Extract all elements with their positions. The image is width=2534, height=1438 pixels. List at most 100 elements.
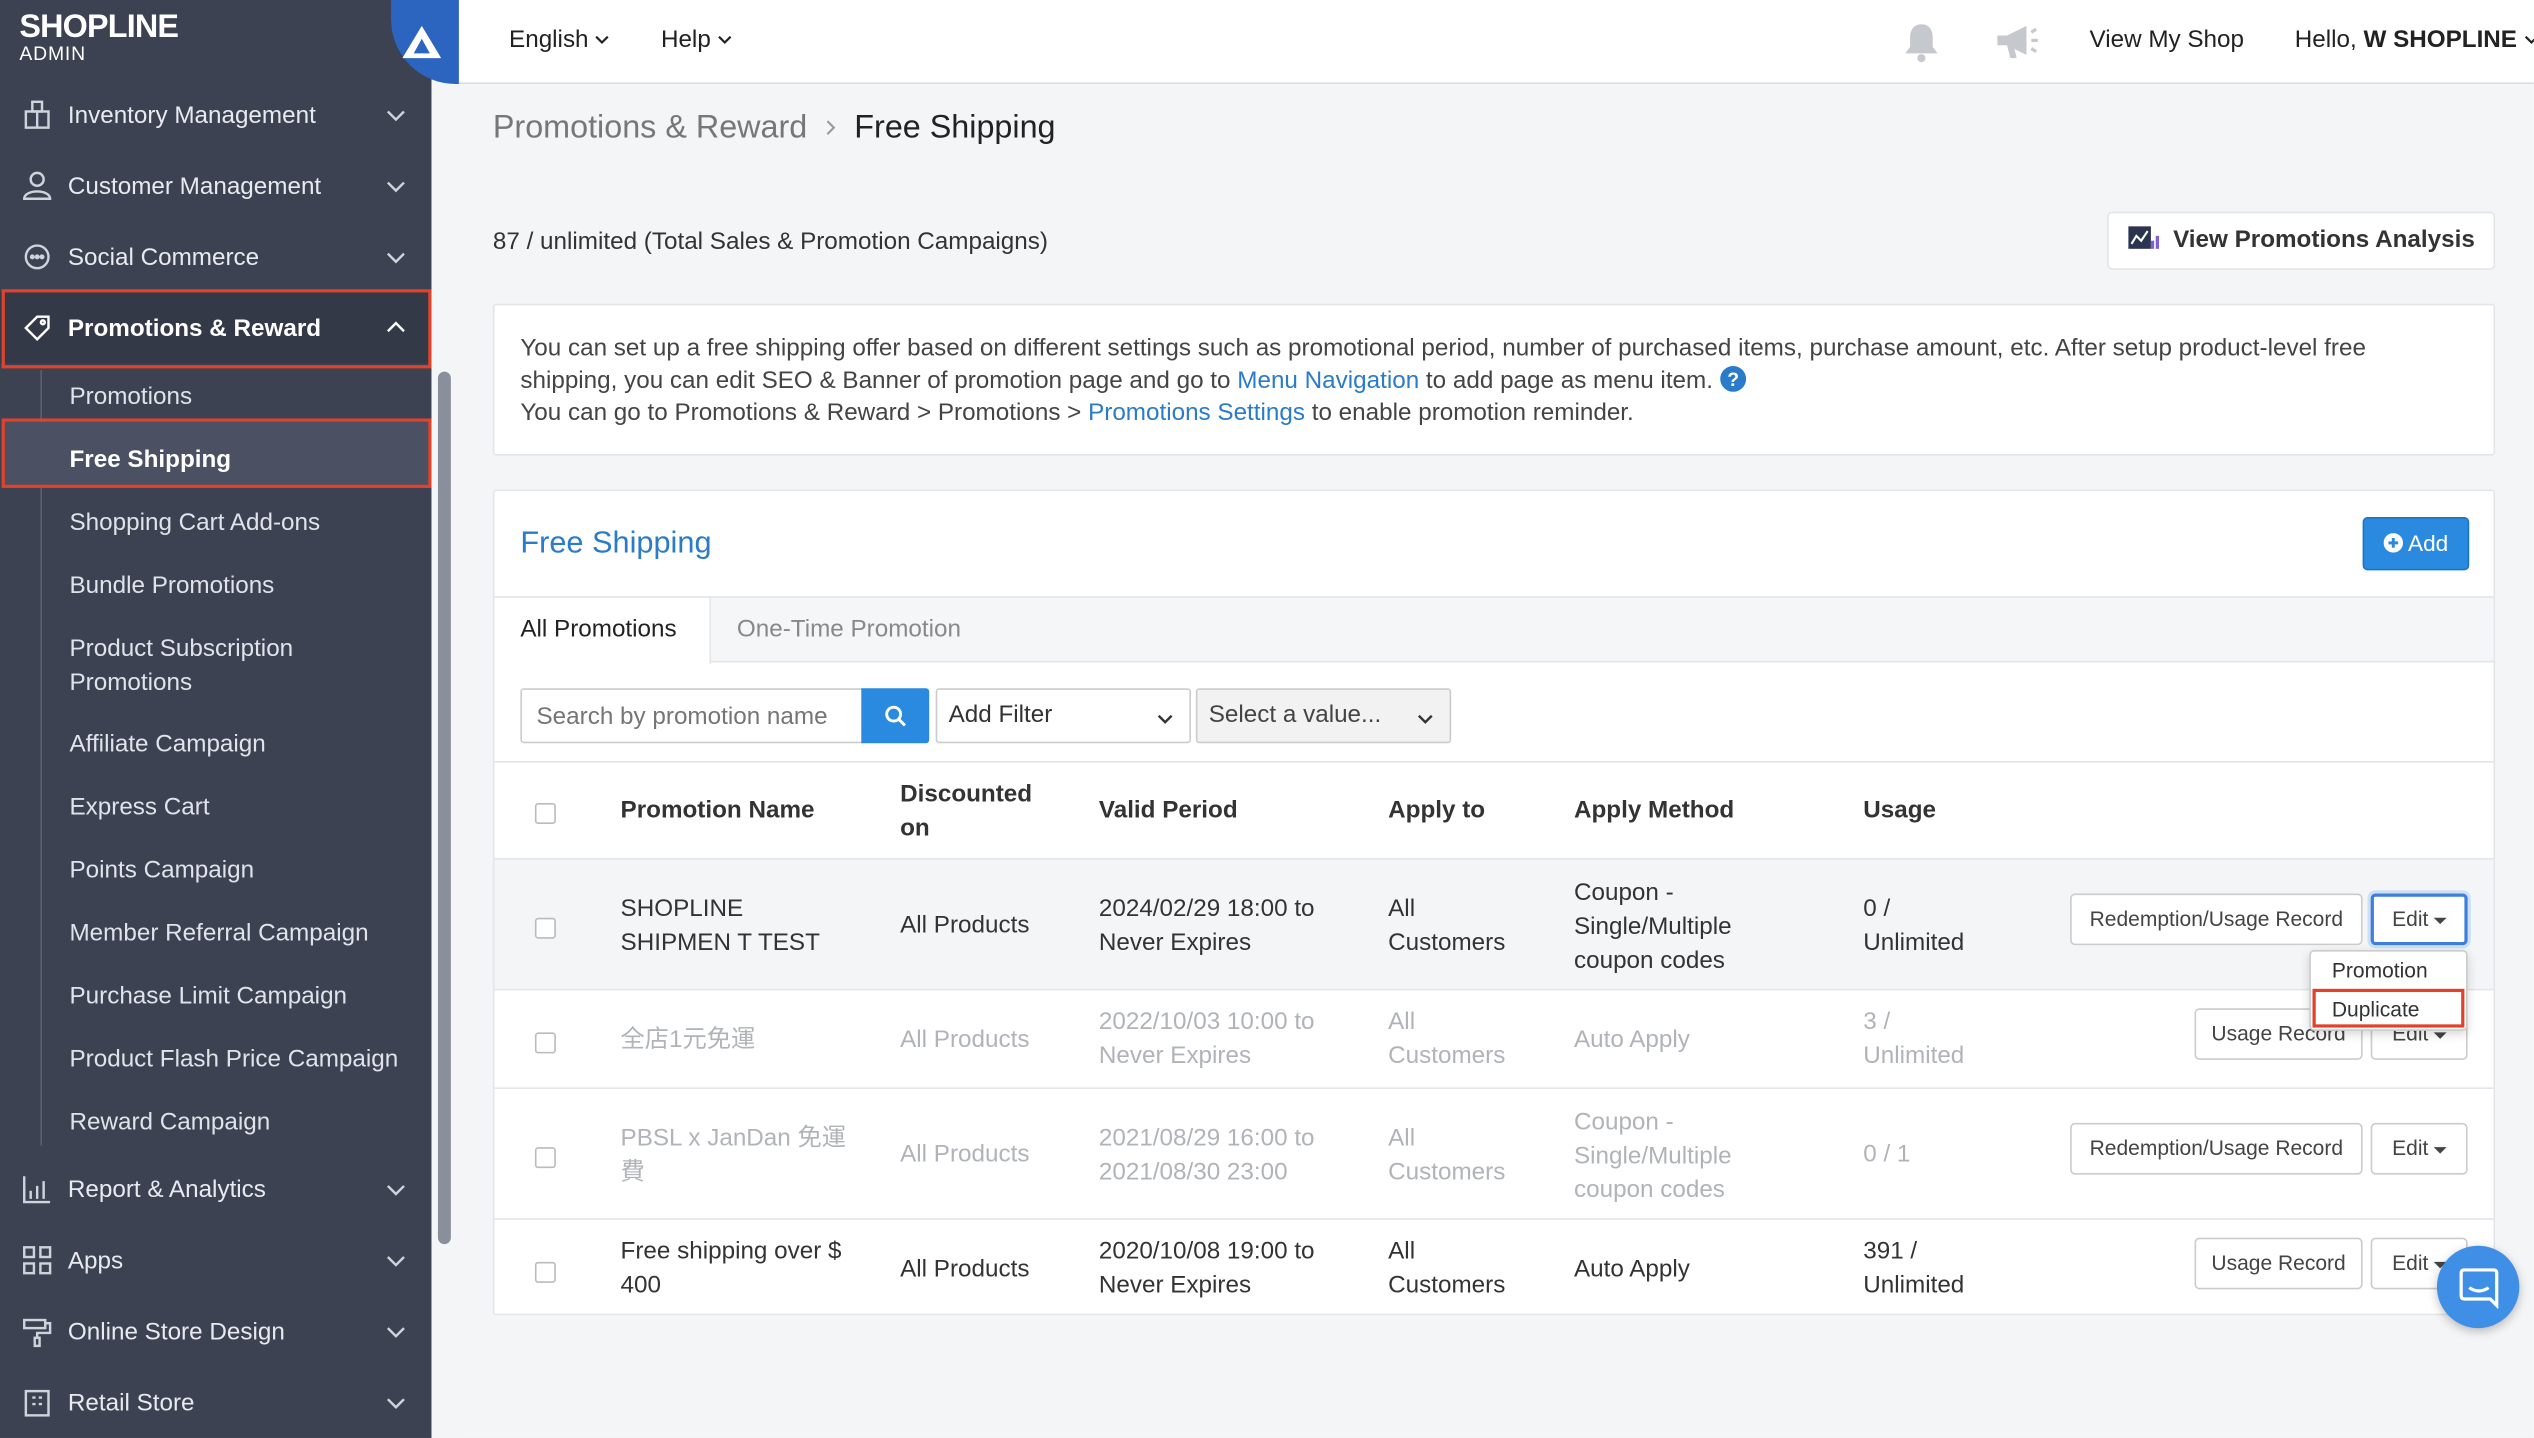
table-row[interactable]: 全店1元免運 All Products 2022/10/03 10:00 to … [494, 988, 2494, 1088]
chevron-down-icon [386, 1327, 405, 1338]
megaphone-icon[interactable] [1994, 21, 2039, 63]
inventory-icon [24, 100, 50, 129]
sidebar-item-report[interactable]: Report & Analytics [0, 1154, 431, 1225]
chart-icon [23, 1176, 51, 1204]
sidebar-item-retail[interactable]: Retail Store [0, 1367, 431, 1438]
usage: 3 / Unlimited [1863, 1008, 1965, 1070]
paint-roller-icon [23, 1318, 52, 1348]
analysis-chart-icon [2127, 226, 2159, 249]
table-row[interactable]: SHOPLINE SHIPMEN T TEST All Products 202… [494, 857, 2494, 989]
chevron-down-icon [595, 35, 610, 45]
header-apply-to: Apply to [1388, 796, 1486, 825]
usage-record-button[interactable]: Usage Record [2194, 1237, 2363, 1290]
row-checkbox[interactable] [534, 917, 556, 939]
chevron-down-icon [386, 110, 405, 122]
highlight-box [1, 418, 432, 488]
chevron-down-icon [1417, 714, 1433, 724]
breadcrumb-current: Free Shipping [854, 109, 1056, 146]
sidebar-item-customer[interactable]: Customer Management [0, 150, 431, 221]
chat-bubble-icon [2459, 1268, 2499, 1309]
info-line-2: shipping, you can edit SEO & Banner of p… [520, 365, 2467, 397]
apply-to: All Customers [1388, 1008, 1506, 1070]
language-dropdown[interactable]: English [509, 26, 610, 53]
plus-circle-icon [2383, 533, 2403, 553]
discounted-on: All Products [900, 1140, 1030, 1169]
add-filter-select[interactable]: Add Filter [935, 688, 1191, 744]
sidebar-item-social[interactable]: Social Commerce [0, 221, 431, 292]
info-line-1: You can set up a free shipping offer bas… [520, 334, 2366, 362]
customer-icon [23, 171, 52, 200]
select-all-checkbox[interactable] [534, 803, 556, 825]
view-promotions-analysis-button[interactable]: View Promotions Analysis [2107, 211, 2496, 270]
apply-method: Auto Apply [1573, 1025, 1690, 1054]
main-content: Promotions & Reward Free Shipping 87 / u… [458, 84, 2534, 1438]
promotion-name[interactable]: Free shipping over $ 400 [621, 1234, 863, 1302]
help-circle-icon[interactable]: ? [1720, 365, 1747, 392]
add-button[interactable]: Add [2362, 517, 2470, 571]
search-input[interactable] [520, 688, 863, 744]
chevron-down-icon [386, 1398, 405, 1409]
shopline-logo[interactable]: SHOPLINE ADMIN [19, 11, 179, 65]
row-checkbox[interactable] [534, 1032, 556, 1054]
sidebar-sub-cart-addons[interactable]: Shopping Cart Add-ons [69, 506, 320, 540]
apply-method: Auto Apply [1573, 1255, 1690, 1283]
apply-to: All Customers [1388, 895, 1506, 957]
table-row[interactable]: PBSL x JanDan 免運費 All Products 2021/08/2… [494, 1087, 2494, 1218]
menu-item-promotion[interactable]: Promotion [2332, 958, 2428, 984]
promotions-settings-link[interactable]: Promotions Settings [1088, 399, 1305, 426]
chat-launcher[interactable] [2436, 1245, 2520, 1329]
sidebar-sub-member-referral[interactable]: Member Referral Campaign [69, 916, 368, 950]
usage: 0 / 1 [1863, 1140, 1911, 1169]
divider [494, 760, 2494, 763]
sidebar-sub-points[interactable]: Points Campaign [69, 853, 254, 887]
sidebar-item-inventory[interactable]: Inventory Management [0, 79, 431, 150]
row-checkbox[interactable] [534, 1147, 556, 1169]
sidebar-scrollbar[interactable] [437, 371, 451, 1245]
sidebar-sub-express-cart[interactable]: Express Cart [69, 790, 209, 824]
chevron-down-icon [386, 1185, 405, 1196]
promotion-name[interactable]: 全店1元免運 [621, 1023, 756, 1057]
filter-value-select[interactable]: Select a value... [1195, 688, 1452, 744]
bell-icon[interactable] [1902, 21, 1941, 63]
promotion-name[interactable]: PBSL x JanDan 免運費 [621, 1121, 855, 1189]
valid-period: 2021/08/29 16:00 to 2021/08/30 23:00 [1098, 1124, 1315, 1186]
info-line-3: You can go to Promotions & Reward > Prom… [520, 399, 1634, 427]
promotion-name[interactable]: SHOPLINE SHIPMEN T TEST [621, 892, 855, 960]
caret-down-icon [2433, 1146, 2447, 1153]
help-dropdown[interactable]: Help [661, 26, 732, 53]
tab-all-promotions[interactable]: All Promotions [494, 596, 712, 665]
breadcrumb-parent[interactable]: Promotions & Reward [493, 110, 807, 146]
user-menu[interactable]: Hello, W SHOPLINE [2295, 26, 2534, 53]
section-title: Free Shipping [520, 526, 712, 561]
sidebar-item-online-store[interactable]: Online Store Design [0, 1296, 431, 1367]
redemption-usage-record-button[interactable]: Redemption/Usage Record [2070, 893, 2363, 946]
edit-dropdown-button[interactable]: Edit [2370, 1122, 2468, 1175]
sidebar-sub-subscription[interactable]: Product Subscription Promotions [69, 632, 360, 700]
view-my-shop-link[interactable]: View My Shop [2089, 26, 2244, 53]
redemption-usage-record-button[interactable]: Redemption/Usage Record [2070, 1122, 2363, 1175]
sidebar: SHOPLINE ADMIN Inventory Management Custo… [0, 0, 432, 1438]
header-valid-period: Valid Period [1098, 796, 1238, 825]
sidebar-sub-promotions[interactable]: Promotions [69, 380, 192, 414]
header-apply-method: Apply Method [1573, 796, 1735, 825]
sidebar-sub-purchase-limit[interactable]: Purchase Limit Campaign [69, 979, 347, 1013]
highlight-box [1, 289, 432, 369]
chevron-down-icon [386, 181, 405, 193]
info-notice: You can set up a free shipping offer bas… [492, 303, 2496, 456]
menu-navigation-link[interactable]: Menu Navigation [1237, 367, 1419, 394]
chevron-down-icon [386, 252, 405, 264]
sidebar-sub-reward[interactable]: Reward Campaign [69, 1105, 270, 1139]
row-checkbox[interactable] [534, 1261, 556, 1283]
sidebar-item-apps[interactable]: Apps [0, 1225, 431, 1296]
caret-down-icon [2433, 1031, 2447, 1039]
search-button[interactable] [861, 688, 930, 744]
usage: 0 / Unlimited [1863, 895, 1965, 957]
sidebar-sub-bundle[interactable]: Bundle Promotions [69, 569, 274, 603]
edit-dropdown-button[interactable]: Edit [2370, 893, 2468, 946]
tab-one-time-promotion[interactable]: One-Time Promotion [737, 598, 961, 663]
sidebar-sub-affiliate[interactable]: Affiliate Campaign [69, 727, 265, 761]
apps-icon [23, 1246, 52, 1275]
sidebar-sub-flash-price[interactable]: Product Flash Price Campaign [69, 1042, 398, 1076]
table-row[interactable]: Free shipping over $ 400 All Products 20… [494, 1218, 2494, 1317]
breadcrumb: Promotions & Reward Free Shipping [493, 110, 1056, 147]
